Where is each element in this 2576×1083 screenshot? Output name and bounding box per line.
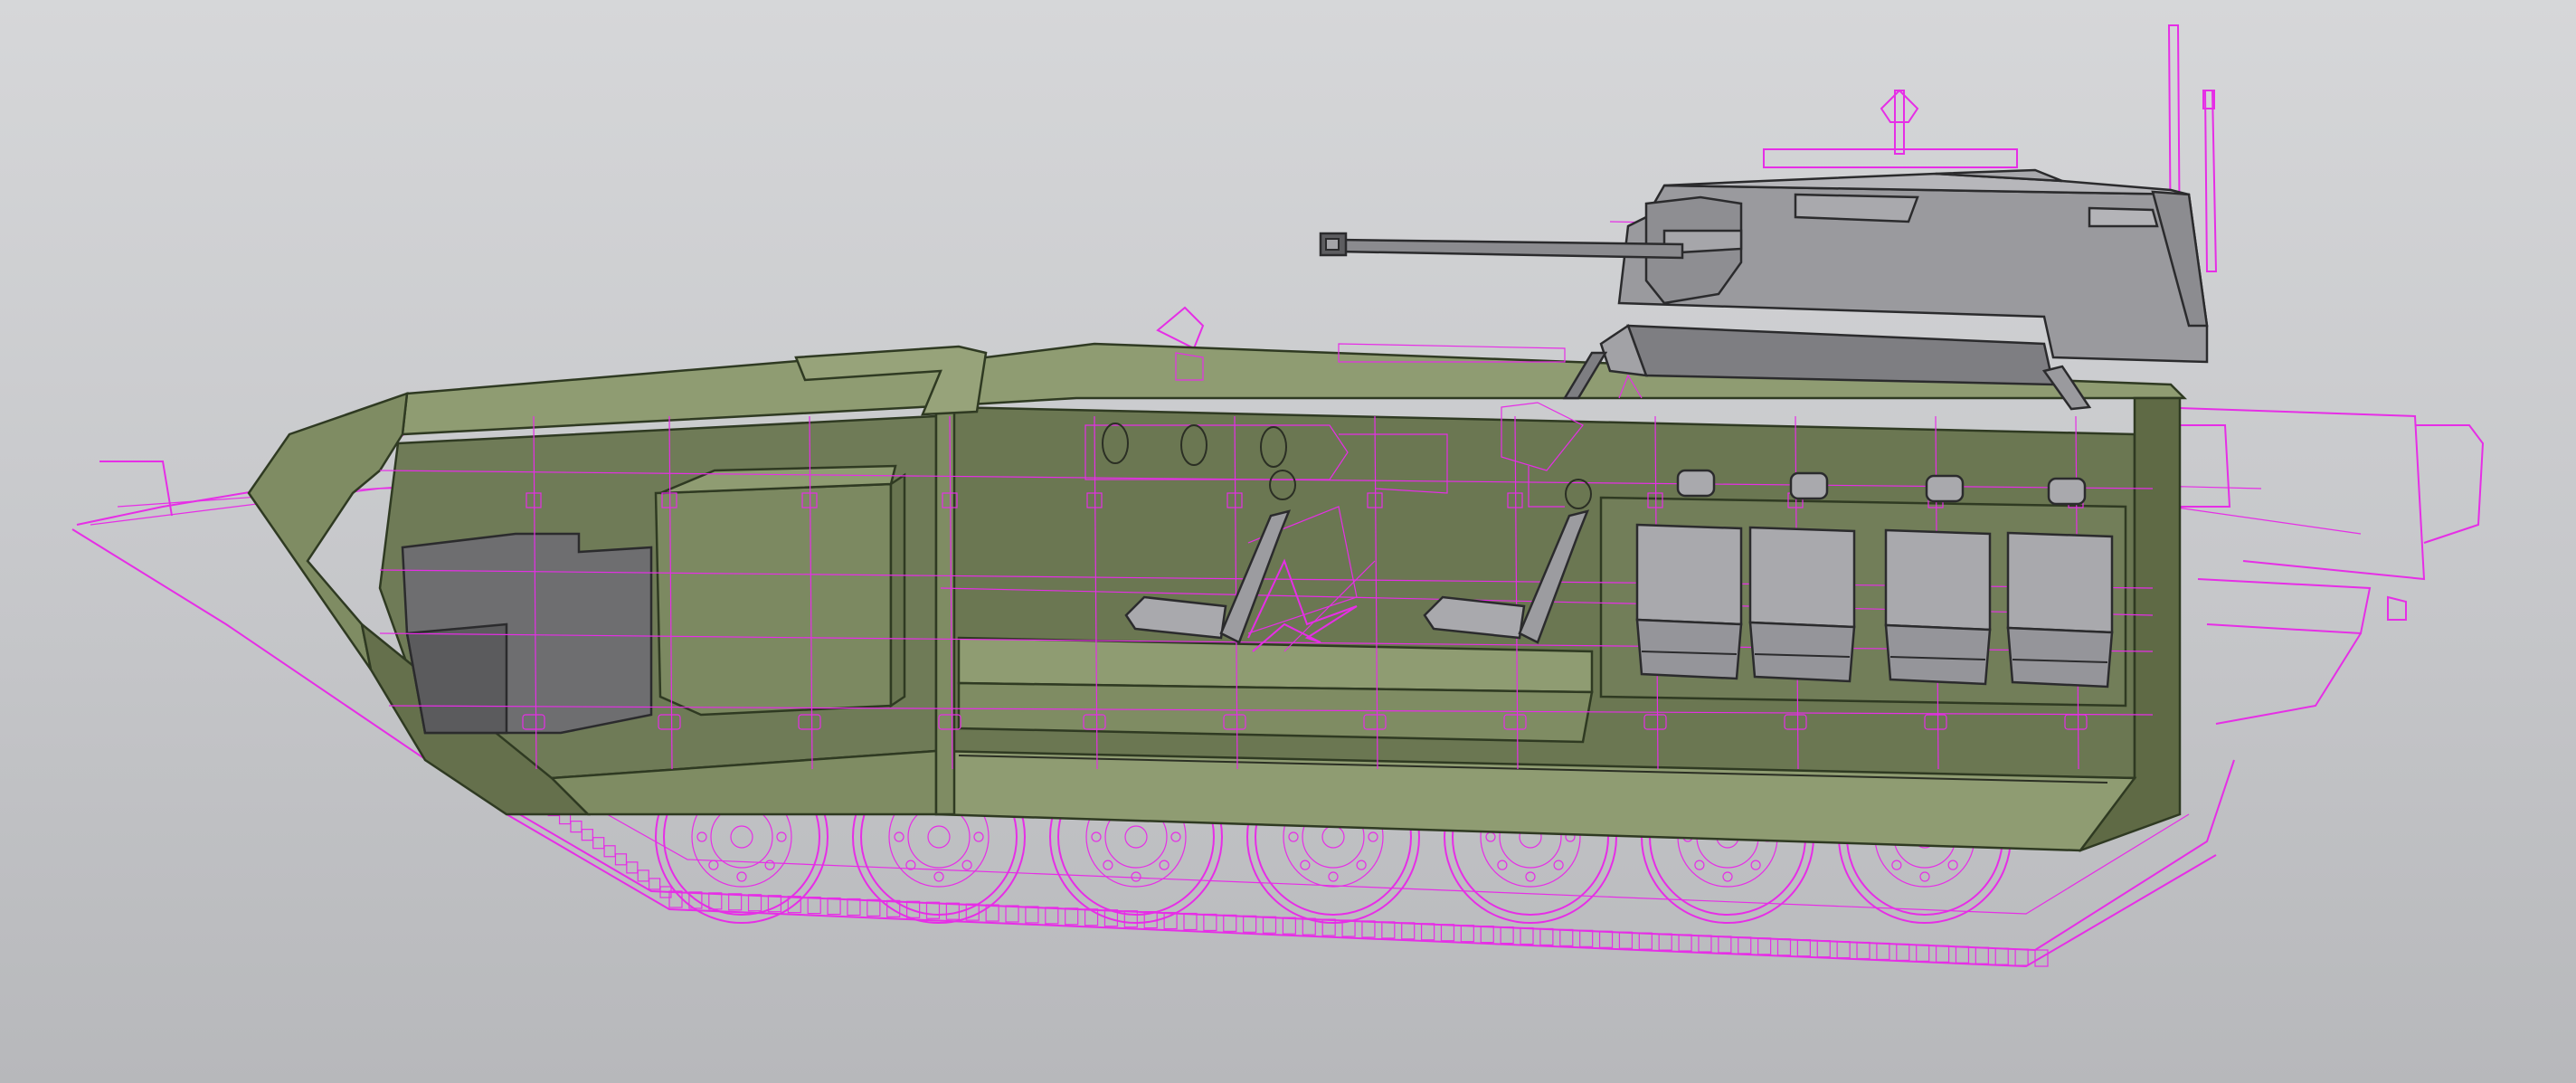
turret[interactable] [1562, 168, 2209, 411]
headrest [1676, 469, 1716, 498]
track-pad [807, 896, 821, 915]
track-pad [1243, 915, 1257, 933]
track-pad [1836, 940, 1851, 959]
track-pad [626, 861, 639, 874]
track-pad [1916, 944, 1930, 962]
track-pad [1084, 908, 1099, 926]
track-pad [1500, 926, 1514, 945]
track-pad [1796, 939, 1811, 957]
track-pad [1816, 940, 1831, 958]
track-pad [945, 902, 960, 920]
track-pad [1738, 936, 1752, 955]
track-pad [827, 897, 841, 916]
track-pad [747, 894, 762, 912]
track-pad [1718, 936, 1732, 954]
track-pad [1440, 924, 1455, 942]
track-pad [1539, 927, 1554, 946]
track-pad [614, 853, 628, 866]
track-pad [1025, 906, 1039, 924]
track-pad [1381, 921, 1396, 939]
track-pad [1460, 925, 1474, 943]
track-pad [1045, 907, 1059, 925]
track-pad [1579, 929, 1594, 947]
track-pad [1223, 914, 1237, 932]
track-pad [1480, 926, 1494, 944]
track-pad [1361, 920, 1376, 938]
track-pad [2014, 948, 2029, 966]
vehicle-cutaway-model[interactable] [0, 0, 2576, 1083]
track-pad [592, 837, 605, 850]
track-pad [570, 821, 582, 833]
track-pad [1896, 943, 1910, 962]
headrest [1789, 471, 1829, 500]
track-pad [603, 845, 616, 858]
track-pad [1282, 917, 1297, 935]
track-pad [1598, 930, 1614, 948]
track-pad [1975, 946, 1989, 964]
track-pad [1678, 934, 1692, 952]
track-pad [1658, 933, 1672, 951]
track-pad [1005, 905, 1019, 923]
track-pad [1876, 942, 1890, 961]
track-pad [1638, 932, 1653, 950]
headrest [2047, 477, 2087, 506]
track-pad [847, 898, 861, 917]
headrest [1925, 474, 1965, 503]
track-pad [1262, 916, 1277, 934]
track-pad [649, 878, 661, 890]
track-pad [708, 892, 723, 910]
track-pad [1618, 931, 1634, 949]
track-pad [1420, 923, 1435, 941]
track-pad [1856, 941, 1870, 960]
track-pad [581, 829, 593, 841]
track-pad [1698, 935, 1712, 953]
track-pad [1203, 913, 1217, 932]
track-pad [1994, 947, 2009, 965]
cad-viewport[interactable] [0, 0, 2576, 1083]
track-pad [1935, 945, 1950, 963]
track-pad [1183, 912, 1198, 931]
track-pad [1520, 926, 1534, 945]
track-pad [1757, 937, 1772, 955]
track-pad [637, 869, 649, 882]
track-pad [867, 898, 881, 917]
track-pad [1401, 922, 1416, 940]
track-pad [728, 893, 743, 911]
track-pad [1559, 928, 1574, 946]
track-pad [1955, 945, 1970, 964]
track-pad [1776, 938, 1792, 956]
track-pad [1065, 907, 1079, 926]
track-pad [925, 901, 941, 919]
